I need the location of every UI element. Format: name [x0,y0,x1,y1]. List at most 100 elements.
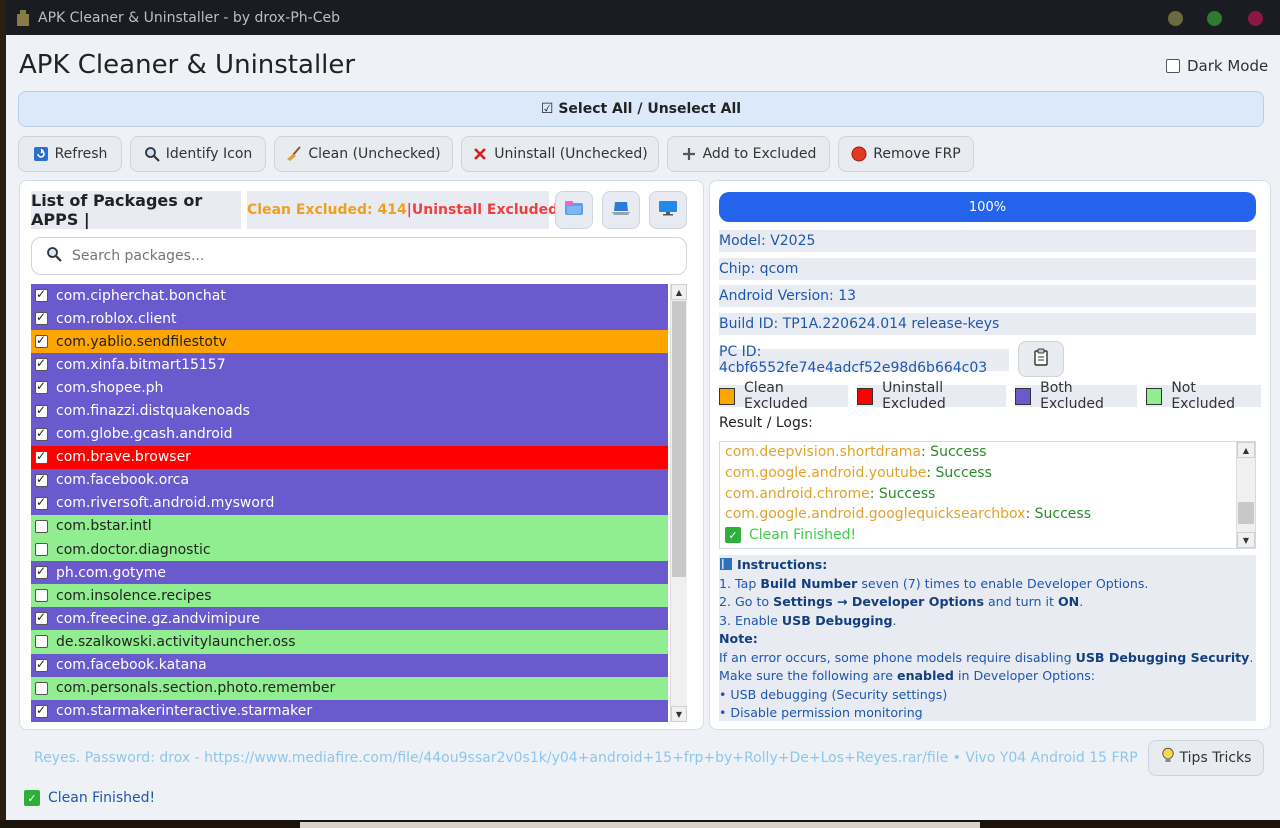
packages-title: List of Packages or APPS | [31,191,241,229]
package-name: com.riversoft.android.mysword [56,495,275,512]
log-line: com.deepvision.shortdrama: Success [720,442,1255,463]
log-finished-line: ✓ Clean Finished! [720,525,1255,546]
package-checkbox[interactable] [35,310,48,326]
remove-frp-button[interactable]: Remove FRP [838,136,974,172]
package-checkbox[interactable] [35,356,48,372]
chip-info: Chip: qcom [719,258,1256,280]
add-to-excluded-button[interactable]: Add to Excluded [667,136,830,172]
instruction-bullet-1: • USB debugging (Security settings) [719,686,948,702]
instructions-heading: Instructions: [719,556,1256,575]
package-checkbox[interactable] [35,657,48,672]
copy-pc-id-button[interactable] [1018,341,1064,377]
broom-icon [286,146,302,162]
package-name: com.yablio.sendfilestotv [56,333,227,350]
folder-button[interactable] [555,191,593,229]
package-list-scrollbar[interactable]: ▲ ▼ [670,284,687,722]
logs-scroll-up[interactable]: ▲ [1237,442,1255,458]
package-row[interactable]: com.roblox.client [31,307,668,331]
legend-label: Uninstall Excluded [882,380,946,412]
package-name: com.facebook.orca [56,472,190,489]
package-row[interactable]: com.yablio.sendfilestotv [31,330,668,354]
tips-tricks-button[interactable]: Tips Tricks [1148,740,1264,776]
package-name: com.globe.gcash.android [56,426,233,443]
package-row[interactable]: com.personals.section.photo.remember [31,676,668,700]
legend-item: Uninstall Excluded [857,380,1007,412]
package-row[interactable]: com.bstar.intl [31,514,668,539]
monitor-button[interactable] [649,191,687,229]
package-checkbox[interactable] [35,703,48,718]
lightbulb-icon [1161,747,1175,769]
package-row[interactable]: com.starmakerinteractive.starmaker [31,699,668,722]
clean-unchecked-button[interactable]: Clean (Unchecked) [274,136,453,172]
package-row[interactable]: com.brave.browser [31,445,668,469]
package-row[interactable]: com.riversoft.android.mysword [31,491,668,515]
instruction-step-2: 2. Go to Settings → Developer Options an… [719,594,1084,609]
log-result: : Success [921,444,987,461]
book-icon [719,557,733,572]
package-row[interactable]: com.xinfa.bitmart15157 [31,353,668,377]
package-checkbox[interactable] [35,426,48,441]
package-checkbox[interactable] [35,403,48,418]
progress-bar: 100% [719,192,1256,222]
package-row[interactable]: com.globe.gcash.android [31,422,668,446]
dark-mode-checkbox[interactable] [1166,59,1180,73]
package-row[interactable]: de.szalkowski.activitylauncher.oss [31,630,668,654]
logs-scroll-thumb[interactable] [1238,502,1254,524]
package-row[interactable]: com.doctor.diagnostic [31,538,668,562]
package-checkbox[interactable] [35,635,48,649]
clean-excluded-count: Clean Excluded: 414 [247,202,407,218]
package-checkbox[interactable] [35,449,48,464]
search-input[interactable] [70,247,654,265]
uninstall-excluded-count: Uninstall Excluded: 4 [411,202,579,218]
scroll-up-arrow[interactable]: ▲ [671,284,687,300]
dark-mode-toggle[interactable]: Dark Mode [1166,57,1268,75]
log-package: com.google.android.youtube [725,465,927,482]
package-checkbox[interactable] [35,589,48,603]
package-name: de.szalkowski.activitylauncher.oss [56,633,296,650]
package-checkbox[interactable] [35,287,48,303]
clean-unchecked-label: Clean (Unchecked) [308,146,441,162]
package-checkbox[interactable] [35,379,48,395]
package-row[interactable]: ph.com.gotyme [31,561,668,585]
package-row[interactable]: com.facebook.katana [31,653,668,677]
logs-scrollbar[interactable]: ▲ ▼ [1236,442,1255,548]
select-all-button[interactable]: ☑ Select All / Unselect All [18,91,1264,127]
laptop-button[interactable] [602,191,640,229]
uninstall-unchecked-button[interactable]: Uninstall (Unchecked) [461,136,659,172]
package-checkbox[interactable] [35,495,48,510]
scroll-down-arrow[interactable]: ▼ [671,706,687,722]
scrolling-footer-text: Reyes. Password: drox - https://www.medi… [34,750,1140,766]
package-row[interactable]: com.cipherchat.bonchat [31,284,668,308]
package-checkbox[interactable] [35,472,48,487]
package-checkbox[interactable] [35,333,48,349]
scroll-thumb[interactable] [672,301,686,577]
package-name: com.doctor.diagnostic [56,541,211,558]
android-version-info: Android Version: 13 [719,285,1256,307]
package-row[interactable]: com.insolence.recipes [31,584,668,608]
magnifier-icon [144,146,160,162]
clipboard-icon [1033,348,1049,370]
legend-swatch [719,387,736,405]
minimize-button[interactable] [1168,11,1183,26]
package-row[interactable]: com.facebook.orca [31,468,668,492]
package-checkbox[interactable] [35,519,48,533]
background-lettering [300,822,980,828]
package-row[interactable]: com.finazzi.distquakenoads [31,399,668,423]
log-line: com.google.android.youtube: Success [720,463,1255,484]
refresh-button[interactable]: Refresh [18,136,122,172]
package-checkbox[interactable] [35,610,48,626]
package-row[interactable]: com.shopee.ph [31,376,668,400]
log-result: : Success [926,465,992,482]
package-row[interactable]: com.freecine.gz.andvimipure [31,607,668,631]
package-checkbox[interactable] [35,543,48,557]
logs-scroll-down[interactable]: ▼ [1237,532,1255,548]
identify-icon-button[interactable]: Identify Icon [130,136,266,172]
background-strip [0,820,1280,828]
maximize-button[interactable] [1207,11,1222,26]
log-lines: com.deepvision.shortdrama: Success com.go… [720,442,1255,525]
close-button[interactable] [1248,11,1263,26]
package-checkbox[interactable] [35,564,48,580]
package-checkbox[interactable] [35,681,48,695]
red-circle-icon [851,146,867,162]
search-field[interactable] [31,237,687,275]
